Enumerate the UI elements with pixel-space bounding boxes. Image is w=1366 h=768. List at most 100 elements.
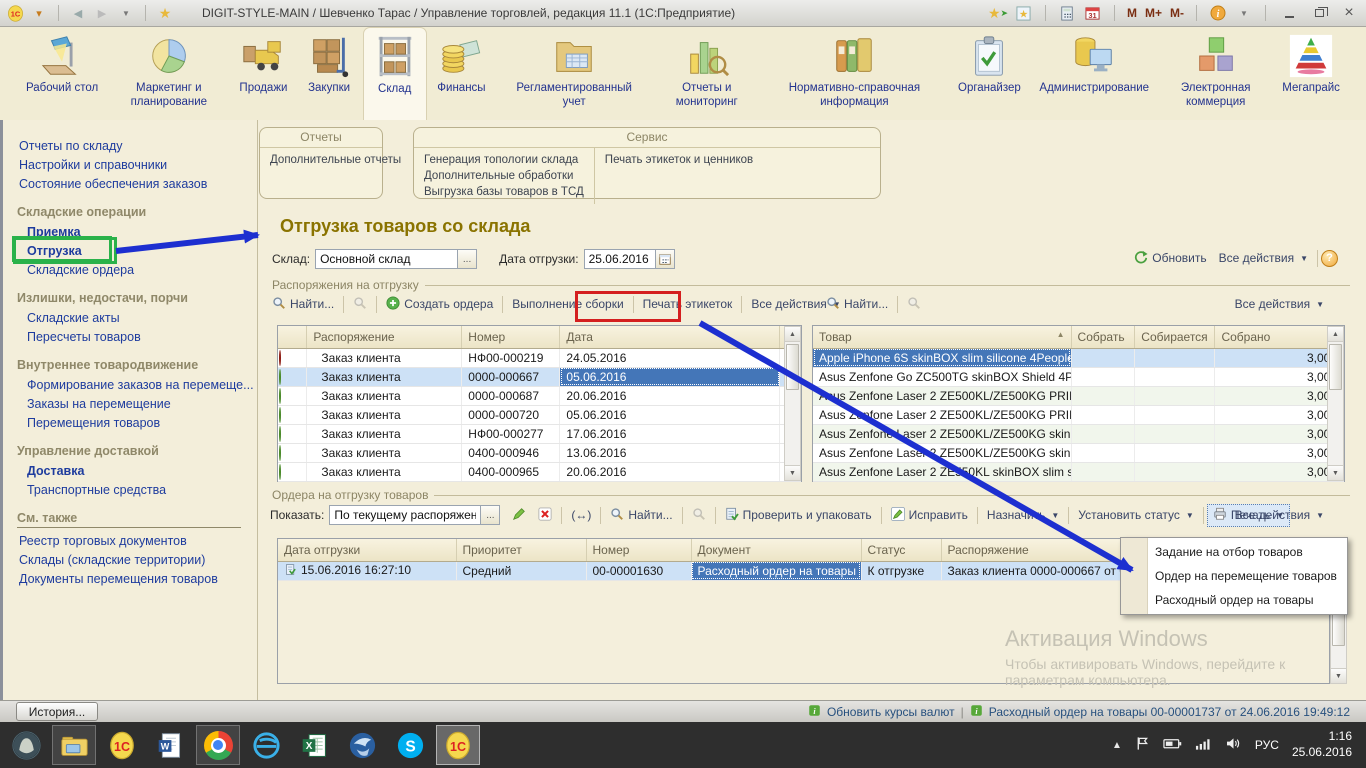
assign-button[interactable]: Назначить▼ bbox=[981, 505, 1065, 525]
command-link[interactable]: Дополнительные отчеты bbox=[268, 152, 403, 168]
scroll-down-icon[interactable]: ▼ bbox=[1331, 668, 1346, 683]
fix-button[interactable]: Исправить bbox=[885, 504, 974, 527]
show-filter-picker-button[interactable]: ... bbox=[481, 505, 500, 525]
table-row[interactable]: Заказ клиента0400-00094613.06.2016С. bbox=[278, 443, 801, 462]
column-header[interactable]: Собирается bbox=[1135, 326, 1215, 348]
create-orders-button[interactable]: Создать ордера bbox=[380, 293, 499, 316]
goods-table-scrollbar[interactable]: ▲ ▼ bbox=[1327, 326, 1344, 481]
taskbar-skype-icon[interactable]: S bbox=[388, 725, 432, 765]
ribbon-tab-закупки[interactable]: Закупки bbox=[298, 27, 360, 120]
find-button[interactable]: Найти... bbox=[266, 293, 340, 316]
sidebar-item-доставка[interactable]: Доставка bbox=[17, 461, 251, 480]
ribbon-tab-продажи[interactable]: Продажи bbox=[231, 27, 295, 120]
taskbar-word-icon[interactable]: W bbox=[148, 725, 192, 765]
taskbar-1c-icon[interactable]: 1С bbox=[100, 725, 144, 765]
all-actions-button-top[interactable]: Все действия▼ bbox=[1213, 248, 1314, 268]
warehouse-picker-button[interactable]: ... bbox=[458, 249, 477, 269]
memory-m-button[interactable]: M bbox=[1127, 6, 1137, 20]
column-header[interactable]: Статус bbox=[861, 539, 941, 561]
menu-item-задание-на-отбор-товаров[interactable]: Задание на отбор товаров bbox=[1121, 540, 1347, 564]
table-row[interactable]: Apple iPhone 6S skinBOX slim silicone 4P… bbox=[813, 348, 1344, 367]
taskbar-1c-icon[interactable]: 1С bbox=[436, 725, 480, 765]
scroll-up-icon[interactable]: ▲ bbox=[785, 327, 800, 342]
battery-icon[interactable] bbox=[1163, 737, 1182, 753]
ribbon-tab-регламентированный-учет[interactable]: Регламентированный учет bbox=[496, 27, 652, 120]
column-header[interactable]: Документ bbox=[691, 539, 861, 561]
column-header[interactable]: Дата bbox=[560, 326, 780, 348]
close-button[interactable]: × bbox=[1338, 4, 1360, 22]
sidebar-item-реестр-торговых-документов[interactable]: Реестр торговых документов bbox=[17, 531, 251, 550]
menu-item-ордер-на-перемещение-товаров[interactable]: Ордер на перемещение товаров bbox=[1121, 564, 1347, 588]
date-calendar-button[interactable] bbox=[656, 249, 675, 269]
sidebar-item-документы-перемещения-товаров[interactable]: Документы перемещения товаров bbox=[17, 569, 251, 588]
table-row[interactable]: Asus Zenfone Laser 2 ZE500KL/ZE500KG ski… bbox=[813, 443, 1344, 462]
network-signal-icon[interactable] bbox=[1195, 737, 1212, 753]
forward-icon[interactable]: ▶ bbox=[93, 4, 111, 22]
ribbon-tab-склад[interactable]: Склад bbox=[363, 27, 427, 120]
taskbar-ie-icon[interactable] bbox=[244, 725, 288, 765]
menu-item-расходный-ордер-на-товары[interactable]: Расходный ордер на товары bbox=[1121, 588, 1347, 612]
command-link[interactable]: Генерация топологии склада bbox=[422, 152, 586, 168]
warehouse-input[interactable] bbox=[315, 249, 458, 269]
ribbon-tab-мегапрайс[interactable]: Мегапрайс bbox=[1274, 27, 1348, 120]
sidebar-item-отчеты-по-складу[interactable]: Отчеты по складу bbox=[17, 136, 251, 155]
column-header[interactable]: Товар▲ bbox=[813, 326, 1071, 348]
column-header[interactable]: Номер bbox=[586, 539, 691, 561]
sidebar-item-состояние-обеспечения-заказов[interactable]: Состояние обеспечения заказов bbox=[17, 174, 251, 193]
ribbon-tab-финансы[interactable]: Финансы bbox=[429, 27, 493, 120]
document-notice[interactable]: Расходный ордер на товары 00-00001737 от… bbox=[989, 705, 1350, 719]
history-dropdown-icon[interactable]: ▼ bbox=[117, 4, 135, 22]
sidebar-item-формирование-заказов-на-перемеще-[interactable]: Формирование заказов на перемеще... bbox=[17, 375, 251, 394]
orders-table[interactable]: РаспоряжениеНомерДатаПЗаказ клиентаНФ00-… bbox=[277, 325, 802, 482]
calculator-icon[interactable] bbox=[1058, 4, 1076, 22]
taskbar-thunderbird-icon[interactable] bbox=[340, 725, 384, 765]
sidebar-item-перемещения-товаров[interactable]: Перемещения товаров bbox=[17, 413, 251, 432]
all-actions-button-bottom[interactable]: Все действия▼ bbox=[1229, 505, 1330, 525]
memory-m-minus-button[interactable]: M- bbox=[1170, 6, 1184, 20]
favorites-star-icon[interactable]: ★ bbox=[156, 4, 174, 22]
ribbon-tab-рабочий-стол[interactable]: Рабочий стол bbox=[18, 27, 106, 120]
history-button[interactable]: История... bbox=[16, 702, 98, 721]
table-row[interactable]: Заказ клиента0000-00072005.06.2016В. bbox=[278, 405, 801, 424]
clear-search-button[interactable] bbox=[347, 293, 373, 316]
ribbon-tab-маркетинг-и-планирование[interactable]: Маркетинг и планирование bbox=[109, 27, 229, 120]
column-header[interactable]: Распоряжение bbox=[307, 326, 462, 348]
command-link[interactable]: Печать этикеток и ценников bbox=[603, 152, 755, 168]
ribbon-tab-электронная-коммерция[interactable]: Электронная коммерция bbox=[1160, 27, 1272, 120]
table-row[interactable]: Заказ клиентаНФ00-00021924.05.2016С bbox=[278, 348, 801, 367]
scroll-down-icon[interactable]: ▼ bbox=[1328, 465, 1343, 480]
assembly-button[interactable]: Выполнение сборки bbox=[506, 294, 629, 314]
all-actions-button-goods[interactable]: Все действия▼ bbox=[1229, 294, 1330, 314]
table-row[interactable]: Заказ клиентаНФ00-00027717.06.2016Д bbox=[278, 424, 801, 443]
find-button-goods[interactable]: Найти... bbox=[820, 293, 894, 316]
print-labels-button[interactable]: Печать этикеток bbox=[637, 294, 739, 314]
minimize-button[interactable] bbox=[1278, 4, 1300, 22]
sidebar-item-приемка[interactable]: Приемка bbox=[17, 222, 251, 241]
clear-search-button-bottom[interactable] bbox=[686, 504, 712, 527]
goods-table[interactable]: Товар▲СобратьСобираетсяСобраноApple iPho… bbox=[812, 325, 1345, 482]
taskbar-chrome-icon[interactable] bbox=[196, 725, 240, 765]
check-and-pack-button[interactable]: Проверить и упаковать bbox=[719, 504, 878, 527]
command-link[interactable]: Выгрузка базы товаров в ТСД bbox=[422, 184, 586, 200]
ribbon-tab-нормативно-справочная-информация[interactable]: Нормативно-справочная информация bbox=[761, 27, 947, 120]
scroll-down-icon[interactable]: ▼ bbox=[785, 465, 800, 480]
column-header[interactable]: Собрано bbox=[1215, 326, 1344, 348]
clear-filter-button[interactable] bbox=[532, 504, 558, 527]
tray-expand-icon[interactable]: ▲ bbox=[1112, 740, 1122, 751]
table-row[interactable]: Asus Zenfone Laser 2 ZE500KL/ZE500KG ski… bbox=[813, 424, 1344, 443]
table-row[interactable]: Asus Zenfone Laser 2 ZE500KL/ZE500KG PRI… bbox=[813, 405, 1344, 424]
show-filter-input[interactable] bbox=[329, 505, 481, 525]
help-button[interactable]: ? bbox=[1321, 250, 1338, 267]
volume-icon[interactable] bbox=[1225, 737, 1242, 753]
column-header[interactable]: Дата отгрузки bbox=[278, 539, 456, 561]
sidebar-item-складские-акты[interactable]: Складские акты bbox=[17, 308, 251, 327]
sidebar-item-настройки-и-справочники[interactable]: Настройки и справочники bbox=[17, 155, 251, 174]
ribbon-tab-отчеты-и-мониторинг[interactable]: Отчеты и мониторинг bbox=[655, 27, 759, 120]
main-menu-dropdown-icon[interactable]: ▾ bbox=[30, 4, 48, 22]
ribbon-tab-органайзер[interactable]: Органайзер bbox=[950, 27, 1029, 120]
orders-table-scrollbar[interactable]: ▲ ▼ bbox=[784, 326, 801, 481]
column-header[interactable] bbox=[278, 326, 307, 348]
clock[interactable]: 1:16 25.06.2016 bbox=[1292, 729, 1352, 760]
sidebar-item-склады-складские-территории-[interactable]: Склады (складские территории) bbox=[17, 550, 251, 569]
column-header[interactable]: Собрать bbox=[1071, 326, 1135, 348]
